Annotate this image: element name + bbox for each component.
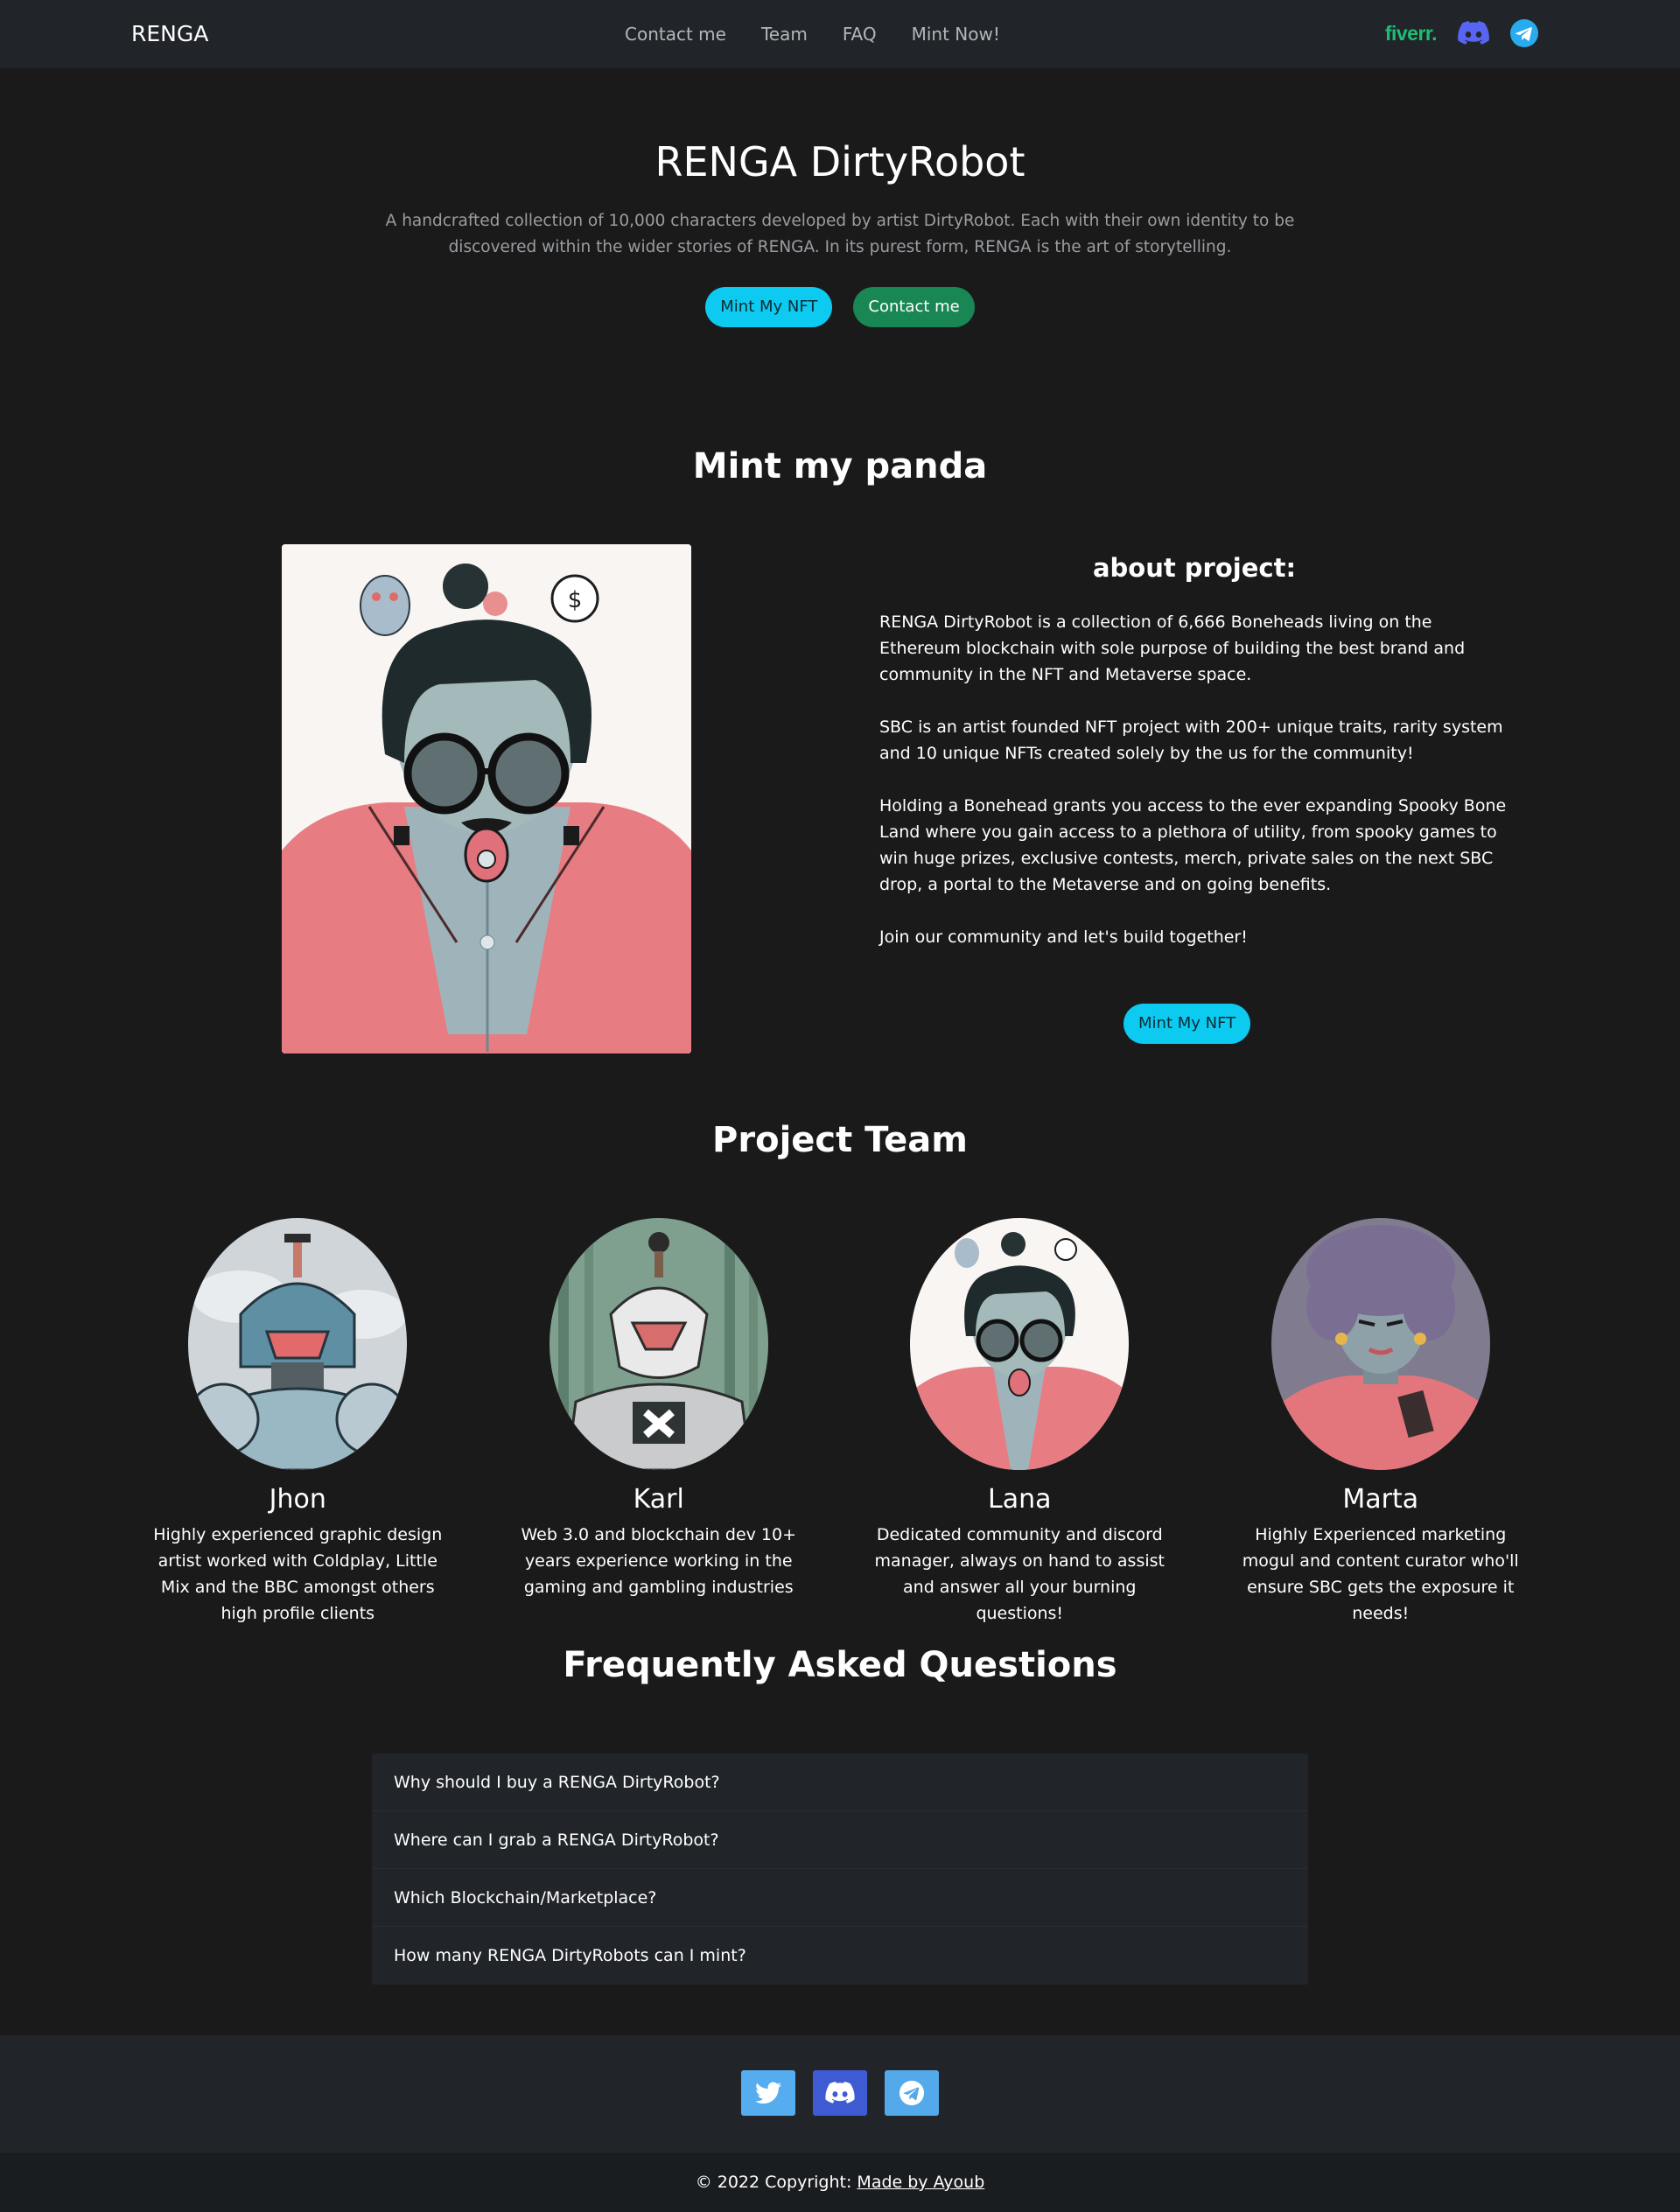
about-project-title: about project: — [1092, 553, 1297, 583]
member-bio: Web 3.0 and blockchain dev 10+ years exp… — [521, 1525, 797, 1597]
team-member-karl: Karl Web 3.0 and blockchain dev 10+ year… — [479, 1218, 840, 1627]
avatar — [1270, 1218, 1490, 1470]
team-section-title: Project Team — [712, 1120, 968, 1160]
author-link[interactable]: Made by Ayoub — [857, 2173, 984, 2192]
discord-icon[interactable] — [1458, 20, 1489, 46]
faq-item[interactable]: Where can I grab a RENGA DirtyRobot? — [372, 1811, 1308, 1869]
footer: © 2022 Copyright: Made by Ayoub — [0, 2035, 1680, 2212]
nft-preview-image: $ — [282, 544, 691, 1054]
member-name: Karl — [633, 1484, 684, 1515]
team-members: Jhon Highly experienced graphic design a… — [117, 1218, 1561, 1627]
hero-description: A handcrafted collection of 10,000 chara… — [385, 212, 1295, 256]
about-paragraph: Join our community and let's build toget… — [879, 928, 1248, 947]
faq-item[interactable]: Why should I buy a RENGA DirtyRobot? — [372, 1754, 1308, 1811]
team-member-jhon: Jhon Highly experienced graphic design a… — [117, 1218, 479, 1627]
mint-nft-button[interactable]: Mint My NFT — [705, 287, 833, 327]
discord-icon — [825, 2082, 855, 2104]
navbar: RENGA Contact me Team FAQ Mint Now! five… — [0, 0, 1680, 68]
fiverr-logo[interactable]: fiverr. — [1385, 22, 1438, 46]
nav-social-icons: fiverr. — [1385, 19, 1538, 47]
footer-social-buttons — [0, 2070, 1680, 2116]
discord-button[interactable] — [813, 2070, 867, 2116]
member-name: Lana — [988, 1484, 1052, 1515]
nav-link-faq[interactable]: FAQ — [843, 24, 877, 45]
avatar — [910, 1218, 1130, 1470]
hero-buttons: Mint My NFT Contact me — [0, 287, 1680, 327]
telegram-icon[interactable] — [1510, 19, 1538, 47]
faq-section-title: Frequently Asked Questions — [563, 1645, 1117, 1685]
faq-accordion: Why should I buy a RENGA DirtyRobot? Whe… — [372, 1754, 1308, 1984]
member-bio: Highly Experienced marketing mogul and c… — [1242, 1525, 1519, 1623]
nav-links: Contact me Team FAQ Mint Now! — [625, 24, 1000, 45]
contact-me-button[interactable]: Contact me — [853, 287, 975, 327]
brand-logo[interactable]: RENGA — [131, 21, 208, 46]
faq-item[interactable]: How many RENGA DirtyRobots can I mint? — [372, 1927, 1308, 1984]
hero-title: RENGA DirtyRobot — [654, 138, 1026, 186]
nav-link-team[interactable]: Team — [761, 24, 808, 45]
mint-section-title: Mint my panda — [692, 446, 988, 486]
twitter-icon — [755, 2082, 781, 2104]
copyright-bar: © 2022 Copyright: Made by Ayoub — [0, 2152, 1680, 2212]
about-mint-nft-button[interactable]: Mint My NFT — [1124, 1004, 1251, 1044]
twitter-button[interactable] — [741, 2070, 795, 2116]
telegram-button[interactable] — [885, 2070, 939, 2116]
avatar — [188, 1218, 408, 1470]
member-name: Marta — [1342, 1484, 1419, 1515]
team-member-lana: Lana Dedicated community and discord man… — [839, 1218, 1200, 1627]
about-paragraph: Holding a Bonehead grants you access to … — [879, 796, 1507, 894]
team-member-marta: Marta Highly Experienced marketing mogul… — [1200, 1218, 1562, 1627]
member-bio: Dedicated community and discord manager,… — [874, 1525, 1165, 1623]
svg-text:$: $ — [568, 587, 583, 613]
about-paragraph: SBC is an artist founded NFT project wit… — [879, 718, 1503, 763]
nav-link-mint[interactable]: Mint Now! — [912, 24, 1000, 45]
copyright-text: © 2022 Copyright: — [695, 2173, 858, 2192]
avatar — [549, 1218, 768, 1470]
member-name: Jhon — [269, 1484, 326, 1515]
nav-link-contact[interactable]: Contact me — [625, 24, 726, 45]
member-bio: Highly experienced graphic design artist… — [153, 1525, 443, 1623]
telegram-icon — [899, 2080, 925, 2106]
about-project-text: RENGA DirtyRobot is a collection of 6,66… — [879, 609, 1509, 976]
about-paragraph: RENGA DirtyRobot is a collection of 6,66… — [879, 612, 1466, 684]
faq-item[interactable]: Which Blockchain/Marketplace? — [372, 1869, 1308, 1927]
